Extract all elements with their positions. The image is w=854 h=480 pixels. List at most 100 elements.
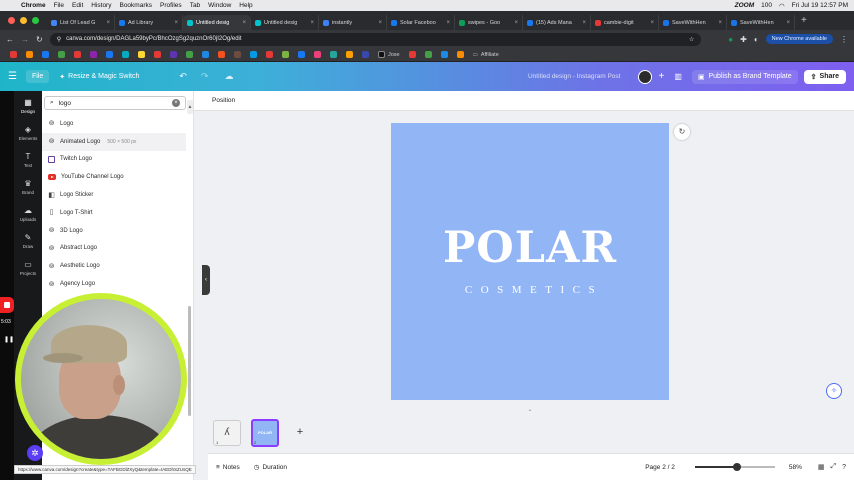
browser-tab[interactable]: Solar Faceboo × — [387, 15, 455, 30]
browser-tab[interactable]: Ad Library × — [115, 15, 183, 30]
suggestion-item[interactable]: ⊚ Aesthetic Logo — [42, 257, 186, 275]
help-icon[interactable]: ? — [842, 464, 846, 471]
bookmark-icon[interactable] — [408, 51, 416, 58]
undo-icon[interactable]: ↶ — [179, 71, 187, 82]
browser-tab[interactable]: cambie-digit × — [591, 15, 659, 30]
bookmark-icon[interactable] — [424, 51, 432, 58]
browser-tab[interactable]: List Of Lead G × — [47, 15, 115, 30]
close-tab-icon[interactable]: × — [378, 20, 382, 26]
close-tab-icon[interactable]: × — [514, 20, 518, 26]
suggestion-item[interactable]: ⊚ Agency Logo — [42, 275, 186, 293]
bookmark-icon[interactable] — [456, 51, 464, 58]
duration-button[interactable]: ◷ Duration — [254, 463, 287, 472]
rail-item-text[interactable]: T Text — [24, 153, 32, 169]
add-collaborator-icon[interactable]: + — [658, 71, 664, 82]
bookmark-icon[interactable] — [186, 51, 193, 58]
bookmark-icon[interactable] — [266, 51, 273, 58]
menu-app-name[interactable]: Chrome — [21, 2, 46, 9]
close-tab-icon[interactable]: × — [718, 20, 722, 26]
rail-item-projects[interactable]: ▭ Projects — [20, 261, 36, 277]
zoom-slider-knob[interactable] — [732, 463, 741, 471]
stop-recording-button[interactable] — [0, 297, 14, 313]
bookmark-icon[interactable] — [250, 51, 257, 58]
canvas-subtitle-text[interactable]: COSMETICS — [391, 284, 669, 296]
browser-tab[interactable]: (15) Ads Mana × — [523, 15, 591, 30]
menu-help[interactable]: Help — [239, 2, 252, 9]
clear-search-icon[interactable]: × — [172, 99, 180, 107]
menu-profiles[interactable]: Profiles — [160, 2, 182, 9]
bookmark-icon[interactable] — [122, 51, 129, 58]
close-tab-icon[interactable]: × — [106, 20, 110, 26]
menu-tab[interactable]: Tab — [190, 2, 200, 9]
bookmark-icon[interactable] — [202, 51, 209, 58]
suggestion-item[interactable]: ⊚ Abstract Logo — [42, 240, 186, 258]
profile-icon[interactable]: ◐ — [754, 35, 759, 44]
bookmark-icon[interactable] — [346, 51, 353, 58]
menu-window[interactable]: Window — [208, 2, 231, 9]
pause-recording-icon[interactable]: ❚❚ — [4, 336, 14, 343]
bookmark-icon[interactable] — [282, 51, 289, 58]
close-tab-icon[interactable]: × — [242, 20, 246, 26]
search-input[interactable]: ⌕ logo × — [44, 96, 186, 110]
bookmark-star-icon[interactable]: ☆ — [689, 36, 694, 43]
page-indicator[interactable]: Page 2 / 2 — [645, 464, 675, 471]
recorder-settings-icon[interactable]: ✲ — [27, 445, 43, 461]
suggestion-item[interactable]: Twitch Logo — [42, 151, 186, 169]
suggestion-item[interactable]: ⊚ Animated Logo 500 × 500 px — [42, 132, 186, 151]
bookmark-icon[interactable] — [298, 51, 305, 58]
bookmark-icon[interactable] — [154, 51, 161, 58]
close-tab-icon[interactable]: × — [174, 20, 178, 26]
browser-tab[interactable]: swipes - Goo × — [455, 15, 523, 30]
url-field[interactable]: ⚲ canva.com/design/DAGLa59byPc/BhcOzgSg2… — [49, 32, 702, 46]
menu-hamburger-icon[interactable]: ☰ — [8, 71, 26, 82]
wifi-icon[interactable]: ◠ — [779, 2, 785, 10]
bookmark-icon[interactable] — [362, 51, 369, 58]
bookmark-jose[interactable]: Jose — [378, 51, 400, 58]
bookmark-icon[interactable] — [440, 51, 448, 58]
browser-tab[interactable]: SaveWithHen × — [659, 15, 727, 30]
bookmark-icon[interactable] — [330, 51, 337, 58]
bookmark-folder-affiliate[interactable]: ▭ Affiliate — [473, 52, 499, 58]
resize-magic-switch-button[interactable]: ✦ Resize & Magic Switch — [59, 73, 139, 81]
browser-tab[interactable]: instantly × — [319, 15, 387, 30]
bookmark-icon[interactable] — [58, 51, 65, 58]
fullscreen-icon[interactable]: ⤢ — [830, 463, 836, 471]
close-window-button[interactable] — [8, 17, 15, 24]
bookmark-icon[interactable] — [26, 51, 33, 58]
redo-icon[interactable]: ↷ — [201, 71, 209, 82]
bookmark-icon[interactable] — [234, 51, 241, 58]
battery-level[interactable]: 100 — [761, 2, 772, 9]
share-button[interactable]: ⇪ Share — [803, 69, 846, 84]
extension-icon[interactable]: ● — [728, 35, 733, 44]
refresh-icon[interactable]: ↻ — [674, 124, 690, 140]
back-icon[interactable]: ← — [6, 35, 14, 44]
cloud-save-icon[interactable]: ☁ — [224, 71, 233, 82]
forward-icon[interactable]: → — [21, 35, 29, 44]
bookmark-icon[interactable] — [314, 51, 321, 58]
rail-item-draw[interactable]: ✎ Draw — [23, 234, 34, 250]
reload-icon[interactable]: ↻ — [36, 35, 43, 44]
zoom-slider[interactable] — [694, 463, 775, 471]
chrome-update-button[interactable]: New Chrome available — [765, 34, 833, 44]
browser-menu-icon[interactable]: ⋮ — [840, 35, 848, 44]
close-tab-icon[interactable]: × — [650, 20, 654, 26]
close-tab-icon[interactable]: × — [310, 20, 314, 26]
close-tab-icon[interactable]: × — [786, 20, 790, 26]
collapse-panel-button[interactable]: ‹ — [202, 265, 210, 295]
zoom-value[interactable]: 58% — [789, 464, 802, 471]
bookmark-icon[interactable] — [138, 51, 145, 58]
bookmark-icon[interactable] — [42, 51, 49, 58]
zoom-status-icon[interactable]: ZOOM — [735, 2, 755, 9]
suggestion-item[interactable]: YouTube Channel Logo — [42, 168, 186, 186]
file-menu-button[interactable]: File — [26, 70, 50, 83]
minimize-window-button[interactable] — [20, 17, 27, 24]
design-canvas[interactable]: POLAR COSMETICS — [391, 123, 669, 400]
browser-tab[interactable]: SaveWithHen × — [727, 15, 795, 30]
notes-button[interactable]: ≡ Notes — [216, 464, 240, 471]
bookmark-icon[interactable] — [106, 51, 113, 58]
close-tab-icon[interactable]: × — [446, 20, 450, 26]
magic-assistant-icon[interactable]: ✧ — [826, 383, 842, 399]
bookmark-icon[interactable] — [170, 51, 177, 58]
add-page-button[interactable]: + — [291, 423, 309, 441]
menu-file[interactable]: File — [54, 2, 64, 9]
